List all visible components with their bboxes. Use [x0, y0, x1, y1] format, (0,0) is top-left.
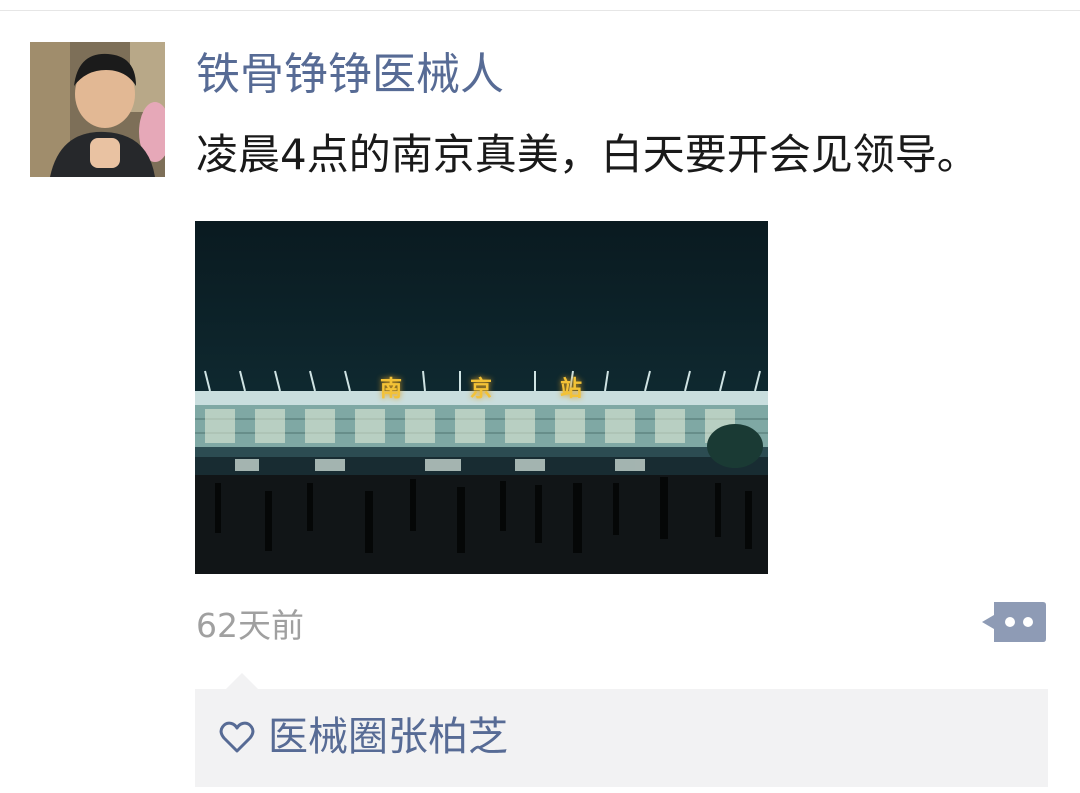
post-text: 凌晨4点的南京真美，白天要开会见领导。 — [196, 130, 979, 179]
top-divider — [0, 10, 1080, 11]
station-sign-char: 站 — [560, 377, 583, 402]
avatar[interactable] — [30, 42, 165, 177]
station-sign-char: 南 — [380, 377, 403, 402]
liker-name[interactable]: 医械圈张柏芝 — [268, 712, 508, 762]
station-sign-char: 京 — [470, 377, 493, 402]
likes-pointer — [225, 673, 259, 690]
post-time: 62天前 — [196, 606, 304, 645]
author-name[interactable]: 铁骨铮铮医械人 — [196, 48, 504, 102]
post-photo[interactable]: 南 京 站 — [195, 221, 768, 574]
comment-dots-icon[interactable] — [980, 598, 1047, 646]
heart-outline-icon — [219, 719, 255, 755]
